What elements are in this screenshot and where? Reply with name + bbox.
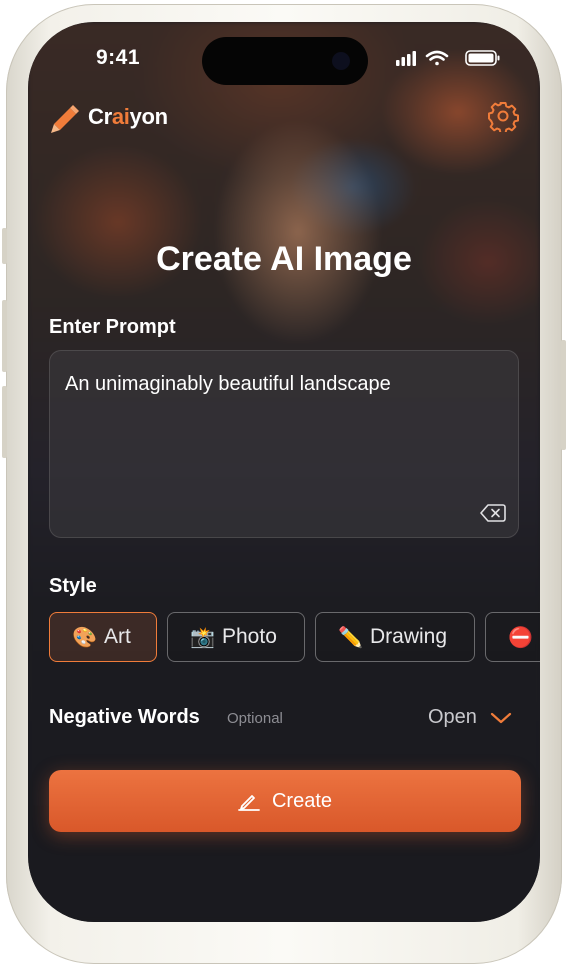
style-chip-label: Photo bbox=[222, 625, 277, 648]
negative-words-toggle[interactable]: Open bbox=[428, 706, 513, 729]
optional-hint: Optional bbox=[227, 710, 283, 727]
prompt-value[interactable]: An unimaginably beautiful landscape bbox=[65, 373, 391, 396]
palette-icon: 🎨 bbox=[72, 626, 97, 649]
phone-side-button bbox=[561, 340, 566, 450]
camera-flash-icon: 📸 bbox=[190, 626, 215, 649]
style-chip-drawing[interactable]: ✏️ Drawing bbox=[315, 612, 475, 662]
style-label: Style bbox=[49, 575, 97, 597]
style-chip-art[interactable]: 🎨 Art bbox=[49, 612, 157, 662]
status-time: 9:41 bbox=[96, 46, 141, 69]
app-name: Craiyon bbox=[88, 104, 168, 129]
toggle-label: Open bbox=[428, 706, 477, 728]
create-button-label: Create bbox=[271, 789, 333, 812]
wifi-icon bbox=[425, 50, 449, 66]
prompt-label: Enter Prompt bbox=[49, 316, 176, 338]
phone-side-button bbox=[2, 300, 7, 372]
phone-side-button bbox=[2, 386, 7, 458]
app-screen: 9:41 Craiyon Create AI Image Enter Promp… bbox=[28, 22, 540, 922]
signal-icon bbox=[396, 51, 416, 66]
style-chip-photo[interactable]: 📸 Photo bbox=[167, 612, 305, 662]
camera-icon bbox=[332, 52, 350, 70]
phone-side-button bbox=[2, 228, 7, 264]
pencil-emoji-icon: ✏️ bbox=[338, 626, 363, 649]
status-icons bbox=[396, 50, 500, 66]
dynamic-island bbox=[202, 37, 368, 85]
negative-words-label: Negative Words bbox=[49, 706, 200, 728]
style-chip-label: Drawing bbox=[370, 625, 448, 648]
style-chip-label: Art bbox=[104, 625, 131, 648]
edit-icon bbox=[238, 795, 260, 811]
no-entry-icon: ⛔ bbox=[508, 626, 533, 649]
page-title: Create AI Image bbox=[156, 240, 412, 278]
chevron-down-icon bbox=[490, 712, 512, 723]
backspace-icon[interactable] bbox=[480, 503, 506, 523]
battery-icon bbox=[465, 50, 500, 66]
create-button[interactable]: Create bbox=[49, 770, 521, 832]
style-chip-more[interactable]: ⛔ bbox=[485, 612, 540, 662]
app-logo: Craiyon bbox=[48, 100, 168, 134]
pencil-icon bbox=[51, 105, 79, 133]
gear-icon[interactable] bbox=[487, 100, 519, 132]
prompt-textarea[interactable]: An unimaginably beautiful landscape bbox=[49, 350, 519, 538]
